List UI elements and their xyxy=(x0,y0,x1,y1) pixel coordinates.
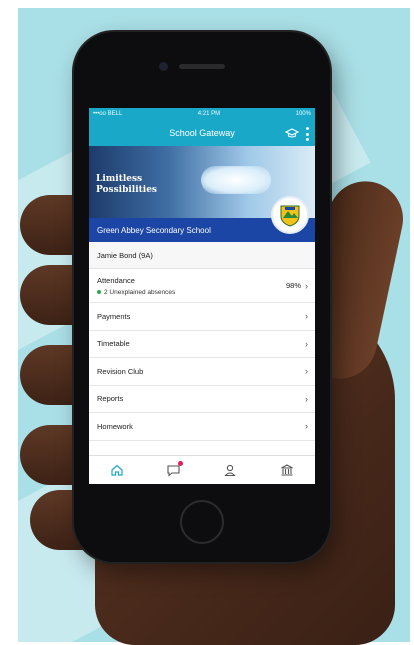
app-screen: •••oo BELL 4:21 PM 100% School Gateway L… xyxy=(89,108,315,484)
menu-item-label: Homework xyxy=(97,421,133,431)
swimmer-image xyxy=(201,166,271,194)
attendance-info: Attendance 2 Unexplained absences xyxy=(97,276,175,296)
menu-list: Jamie Bond (9A) Attendance 2 Unexplained… xyxy=(89,242,315,441)
absence-text: 2 Unexplained absences xyxy=(104,288,176,296)
menu-item-label: Payments xyxy=(97,311,131,321)
notification-badge xyxy=(177,461,183,466)
header-actions xyxy=(284,126,309,142)
menu-item-label: Reports xyxy=(97,394,124,404)
menu-item-homework[interactable]: Homework › xyxy=(89,413,315,441)
school-crest-icon xyxy=(271,196,309,234)
front-camera xyxy=(159,62,168,71)
menu-item-label: Revision Club xyxy=(97,366,144,376)
bottom-tab-bar xyxy=(89,455,315,484)
school-name-bar: Green Abbey Secondary School xyxy=(89,196,315,242)
banner-slogan: Limitless Possibilities xyxy=(96,174,157,196)
school-name: Green Abbey Secondary School xyxy=(97,225,211,235)
menu-item-reports[interactable]: Reports › xyxy=(89,386,315,413)
chevron-right-icon: › xyxy=(305,338,308,349)
menu-item-timetable[interactable]: Timetable › xyxy=(89,331,315,358)
chevron-right-icon: › xyxy=(305,366,308,377)
profile-icon[interactable] xyxy=(220,461,240,479)
earpiece-speaker xyxy=(179,64,225,69)
menu-item-payments[interactable]: Payments › xyxy=(89,303,315,331)
student-name-row[interactable]: Jamie Bond (9A) xyxy=(89,242,315,269)
chevron-right-icon: › xyxy=(305,311,308,322)
phone: •••oo BELL 4:21 PM 100% School Gateway L… xyxy=(74,32,330,562)
graduation-hat-icon[interactable] xyxy=(284,126,300,142)
attendance-label: Attendance xyxy=(97,275,135,285)
chevron-right-icon: › xyxy=(305,421,308,432)
menu-item-label: Timetable xyxy=(97,339,130,349)
app-header: School Gateway xyxy=(89,120,315,146)
battery-label: 100% xyxy=(295,111,311,117)
absence-dot-icon xyxy=(97,290,101,294)
attendance-value: 98% › xyxy=(286,281,308,291)
banner-line-2: Possibilities xyxy=(96,185,158,195)
student-name: Jamie Bond (9A) xyxy=(97,250,153,260)
school-icon[interactable] xyxy=(277,461,297,479)
carrier-label: •••oo BELL xyxy=(93,111,123,117)
status-bar: •••oo BELL 4:21 PM 100% xyxy=(89,108,315,120)
menu-item-revision-club[interactable]: Revision Club › xyxy=(89,358,315,386)
home-button[interactable] xyxy=(180,500,224,544)
menu-item-attendance[interactable]: Attendance 2 Unexplained absences 98% › xyxy=(89,269,315,303)
attendance-percent: 98% xyxy=(285,281,301,290)
app-title: School Gateway xyxy=(169,128,235,138)
chevron-right-icon: › xyxy=(305,393,308,404)
absence-summary: 2 Unexplained absences xyxy=(97,289,175,296)
home-icon[interactable] xyxy=(107,461,127,479)
messages-icon[interactable] xyxy=(164,461,184,479)
banner-line-1: Limitless xyxy=(96,174,143,184)
chevron-right-icon: › xyxy=(305,280,308,291)
clock: 4:21 PM xyxy=(197,111,221,117)
kebab-menu-icon[interactable] xyxy=(305,127,309,141)
